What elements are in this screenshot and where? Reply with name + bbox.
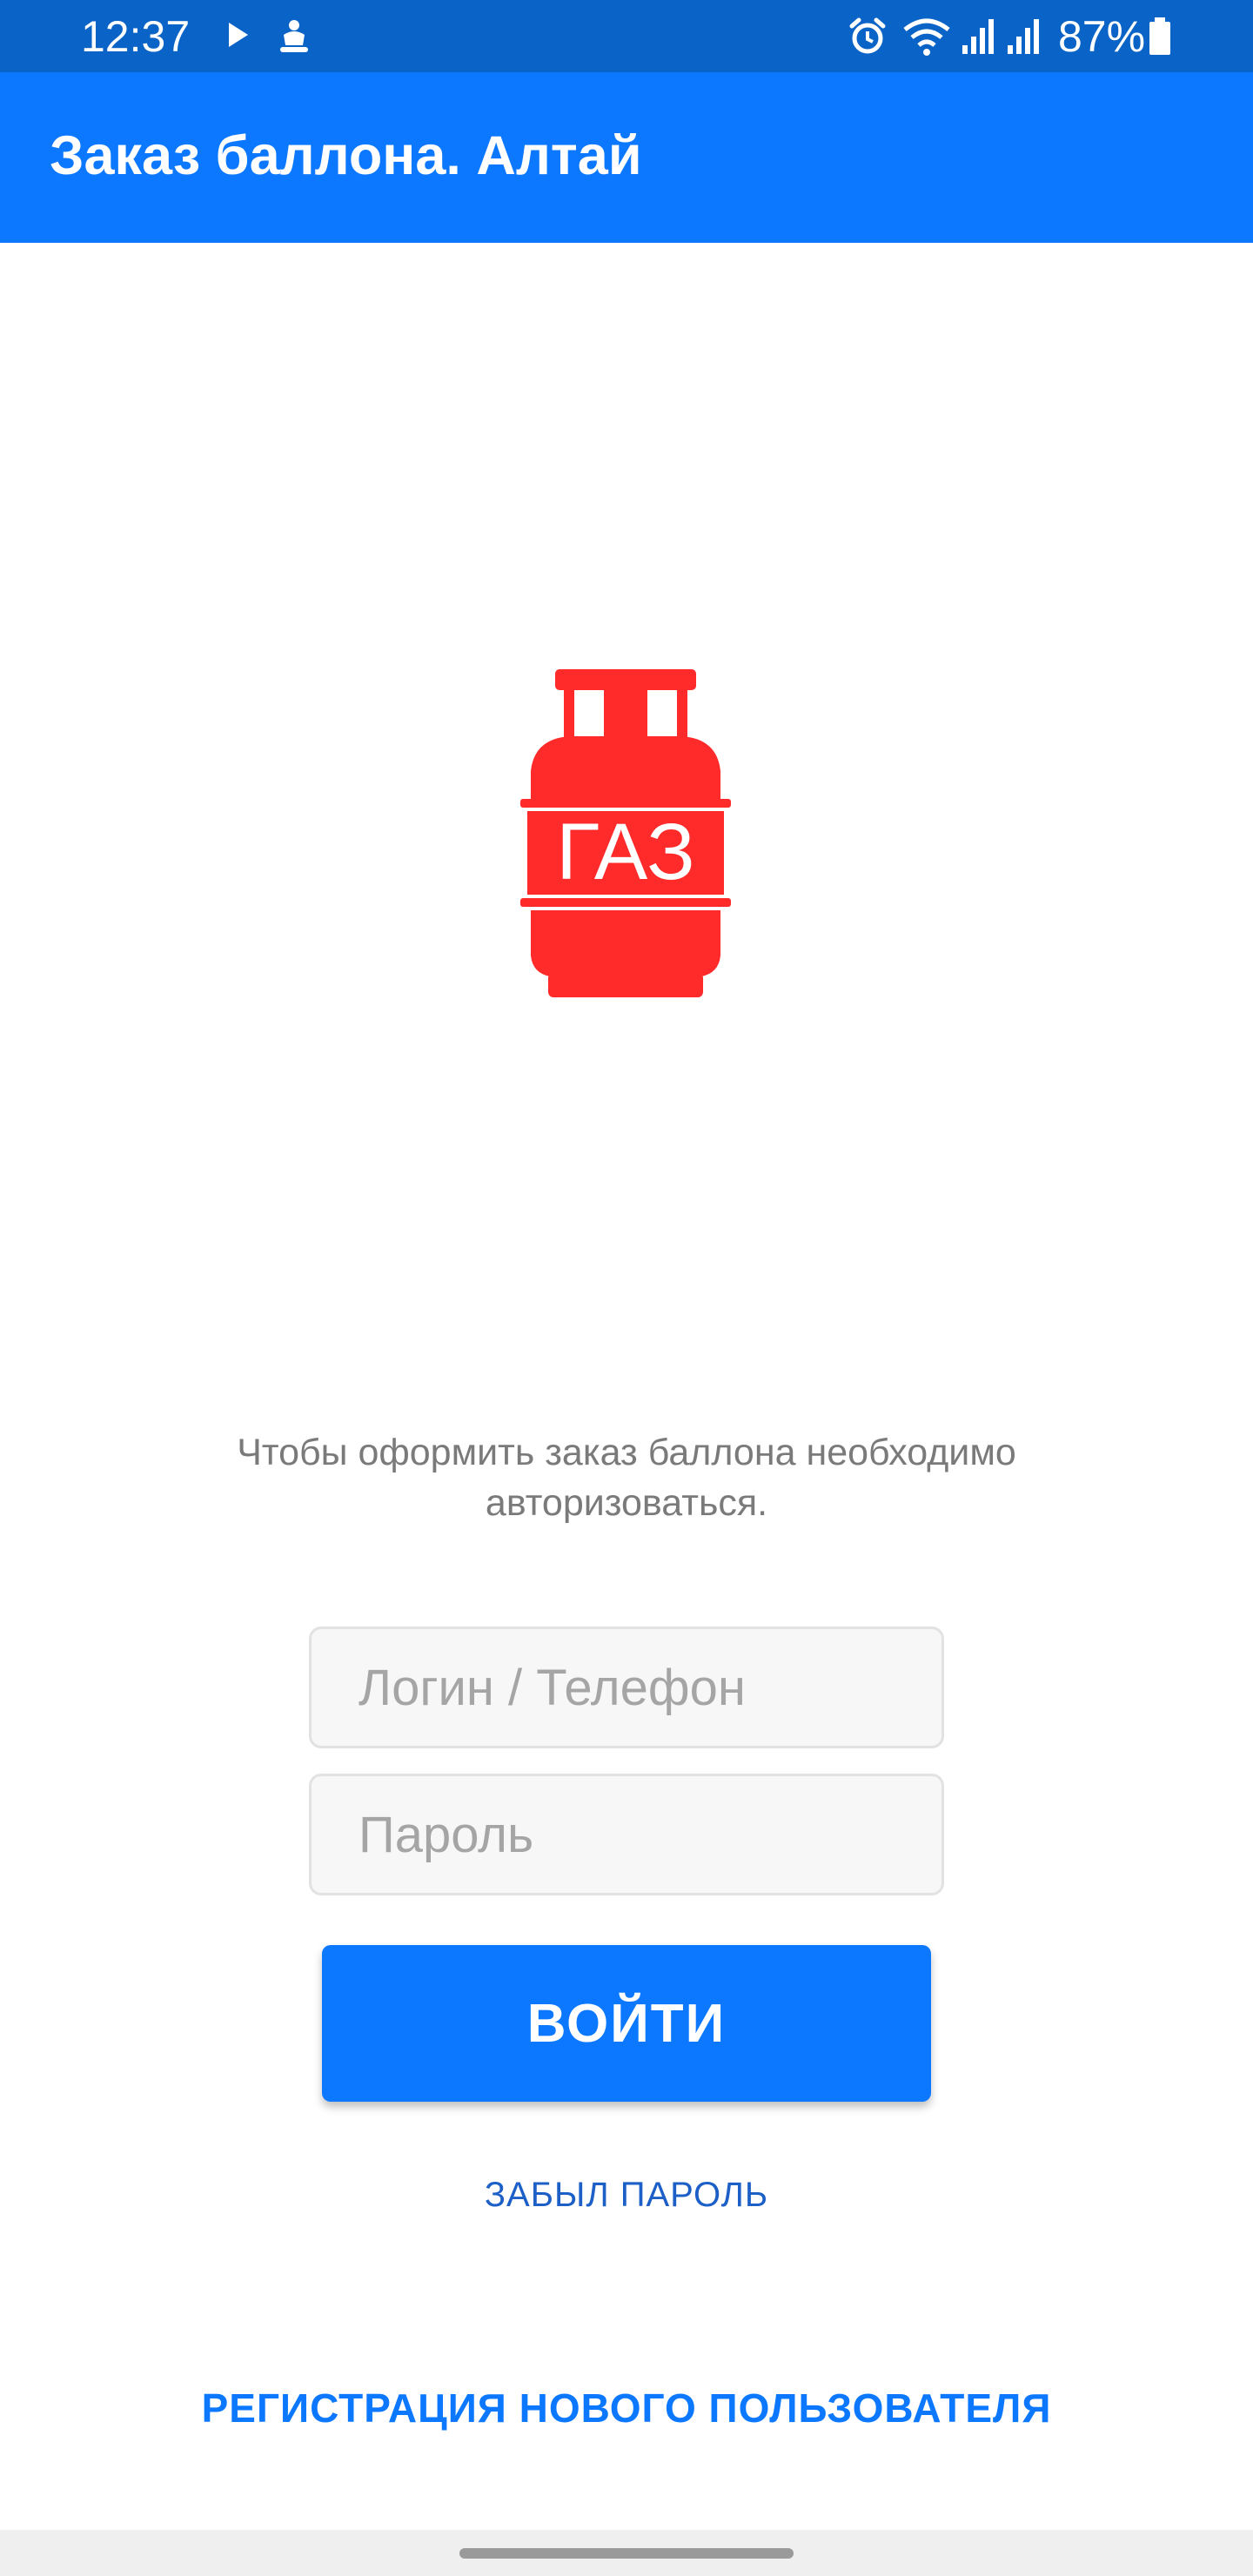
status-time: 12:37 — [81, 12, 191, 61]
navigation-bar — [0, 2530, 1253, 2576]
alarm-icon — [847, 16, 888, 62]
login-input[interactable] — [312, 1629, 941, 1746]
gas-cylinder-logo: ГАЗ — [519, 667, 733, 999]
signal-icon — [1006, 16, 1041, 62]
wifi-icon — [901, 16, 952, 62]
notification-app-icon — [277, 17, 312, 60]
status-bar: 12:37 87% — [0, 0, 1253, 72]
gas-cylinder-icon: ГАЗ — [520, 669, 731, 997]
password-field-container[interactable] — [309, 1774, 944, 1895]
login-field-container[interactable] — [309, 1627, 944, 1748]
signal-icon — [961, 16, 995, 62]
battery-icon — [1147, 16, 1173, 62]
login-button[interactable]: ВОЙТИ — [322, 1945, 931, 2102]
app-title: Заказ баллона. Алтай — [50, 125, 642, 186]
forgot-password-link[interactable]: ЗАБЫЛ ПАРОЛЬ — [365, 2172, 888, 2217]
auth-message: Чтобы оформить заказ баллона необходимо … — [237, 1432, 1016, 1524]
battery-percent: 87% — [1058, 12, 1146, 61]
home-handle[interactable] — [459, 2548, 794, 2559]
password-input[interactable] — [312, 1776, 941, 1893]
app-bar: Заказ баллона. Алтай — [0, 72, 1253, 243]
gas-label: ГАЗ — [556, 808, 695, 896]
play-icon — [226, 17, 251, 57]
register-link[interactable]: РЕГИСТРАЦИЯ НОВОГО ПОЛЬЗОВАТЕЛЯ — [139, 2382, 1114, 2434]
